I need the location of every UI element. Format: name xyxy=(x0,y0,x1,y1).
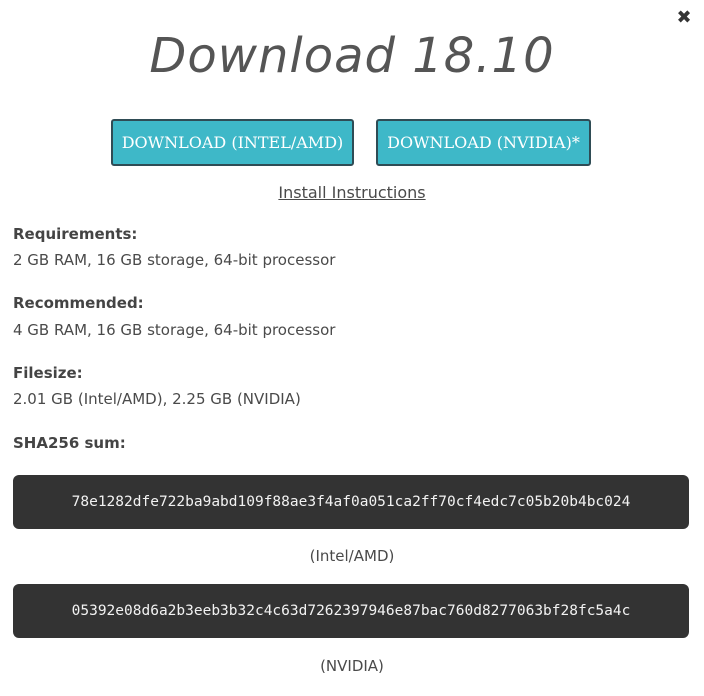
download-nvidia-button[interactable]: DOWNLOAD (NVIDIA)* xyxy=(376,119,591,166)
filesize-value: 2.01 GB (Intel/AMD), 2.25 GB (NVIDIA) xyxy=(13,390,301,408)
filesize-label: Filesize: xyxy=(13,364,83,382)
dialog-title: Download 18.10 xyxy=(149,28,555,84)
recommended-value: 4 GB RAM, 16 GB storage, 64-bit processo… xyxy=(13,321,336,339)
install-instructions-link[interactable]: Install Instructions xyxy=(0,181,704,205)
sha256-hash-intel-amd[interactable]: 78e1282dfe722ba9abd109f88ae3f4af0a051ca2… xyxy=(13,475,689,529)
sha256-hash-nvidia[interactable]: 05392e08d6a2b3eeb3b32c4c63d7262397946e87… xyxy=(13,584,689,638)
sha256-label: SHA256 sum: xyxy=(13,434,126,452)
requirements-label: Requirements: xyxy=(13,225,138,243)
recommended-label: Recommended: xyxy=(13,294,144,312)
requirements-value: 2 GB RAM, 16 GB storage, 64-bit processo… xyxy=(13,251,336,269)
hash-caption-nvidia: (NVIDIA) xyxy=(320,657,384,675)
download-intel-amd-button[interactable]: DOWNLOAD (INTEL/AMD) xyxy=(111,119,354,166)
hash-caption-intel-amd: (Intel/AMD) xyxy=(309,547,395,565)
